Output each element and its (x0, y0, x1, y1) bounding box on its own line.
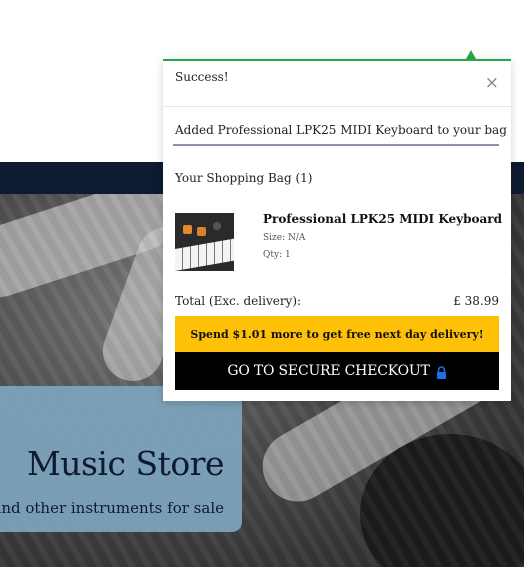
product-size: Size: N/A (263, 233, 306, 243)
close-icon: × (484, 73, 499, 93)
close-button[interactable]: × (485, 75, 499, 92)
product-image[interactable] (175, 213, 234, 271)
total-label: Total (Exc. delivery): (175, 294, 302, 308)
secure-checkout-button[interactable]: GO TO SECURE CHECKOUT (175, 352, 499, 390)
product-image-keys (175, 238, 234, 271)
toast-message: Added Professional LPK25 MIDI Keyboard t… (175, 123, 507, 137)
free-delivery-text: Spend $1.01 more to get free next day de… (190, 327, 484, 341)
toast-title: Success! (175, 70, 229, 84)
lock-icon (436, 365, 446, 379)
free-delivery-banner: Spend $1.01 more to get free next day de… (175, 316, 499, 352)
hero-caption-card: Music Store and other instruments for sa… (0, 386, 242, 532)
checkout-label: GO TO SECURE CHECKOUT (227, 363, 430, 379)
shopping-bag-title: Your Shopping Bag (1) (175, 171, 313, 185)
toast-arrow (466, 50, 476, 59)
product-image-detail (213, 222, 221, 230)
total-value: £ 38.99 (453, 294, 499, 308)
toast-header: Success! × (163, 61, 511, 107)
product-qty: Qty: 1 (263, 250, 291, 260)
hero-title: Music Store (26, 444, 225, 483)
product-name: Professional LPK25 MIDI Keyboard (263, 212, 502, 226)
divider (173, 144, 499, 146)
hero-subtitle: and other instruments for sale (0, 499, 224, 517)
product-image-detail (183, 225, 192, 234)
success-toast: Success! × Added Professional LPK25 MIDI… (163, 59, 511, 401)
product-image-detail (197, 227, 206, 236)
